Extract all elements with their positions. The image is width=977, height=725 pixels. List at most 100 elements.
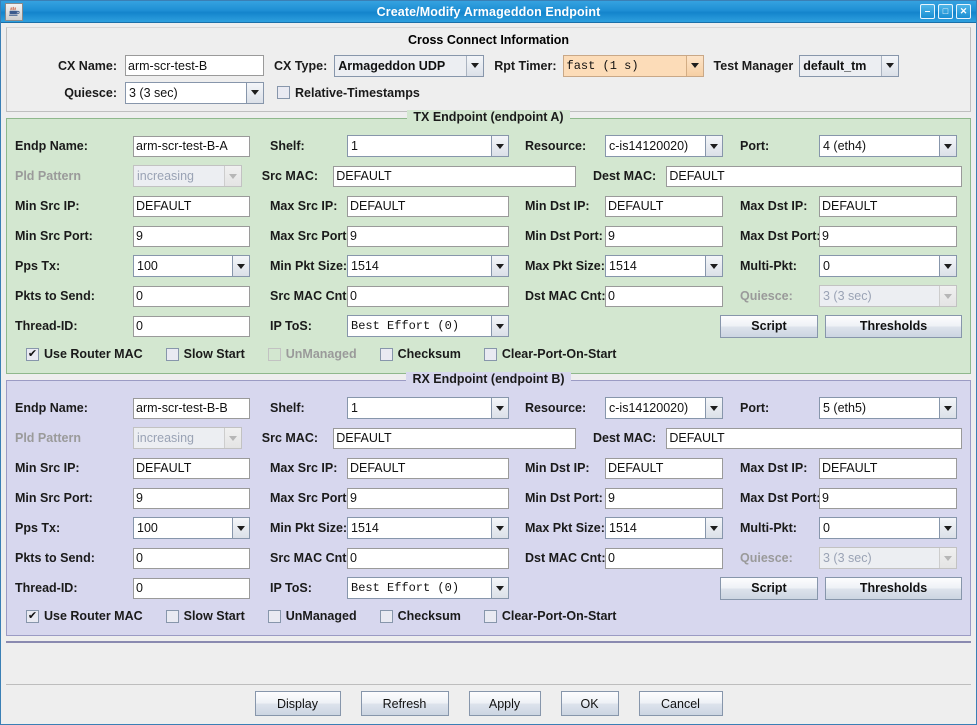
rx-src-mac-input[interactable]: DEFAULT [333,427,576,449]
tx-checksum-label: Checksum [397,347,461,361]
refresh-button[interactable]: Refresh [360,691,449,716]
tx-dst-mac-cnt-input[interactable]: 0 [605,285,723,307]
tx-row-ports: Min Src Port: 9 Max Src Port: 9 Min Dst … [15,221,962,251]
close-button[interactable]: ✕ [956,4,971,19]
tx-thresholds-button[interactable]: Thresholds [825,314,962,338]
tx-max-dst-ip-input[interactable]: DEFAULT [819,195,957,217]
tx-min-pkt-size-value: 1514 [347,255,492,277]
tx-use-router-mac-checkbox[interactable]: ✔ Use Router MAC [26,347,143,361]
tx-pps-tx-dropdown[interactable]: 100 [133,255,250,277]
tx-max-dst-port-input[interactable]: 9 [819,225,957,247]
tx-max-src-port-input[interactable]: 9 [347,225,509,247]
tx-resource-dropdown[interactable]: c-is14120020) [605,135,723,157]
display-button[interactable]: Display [254,691,341,716]
rx-max-dst-ip-input[interactable]: DEFAULT [819,457,957,479]
chevron-down-icon [223,428,241,448]
tx-dest-mac-input[interactable]: DEFAULT [666,165,962,187]
rx-min-pkt-size-label: Min Pkt Size: [270,521,348,535]
chevron-down-icon [685,55,703,76]
tx-pps-tx-value: 100 [133,255,233,277]
rx-min-src-ip-label: Min Src IP: [15,461,80,475]
chevron-down-icon [492,517,509,539]
cross-connect-row-1: CX Name: arm-scr-test-B CX Type: Armaged… [7,52,970,79]
quiesce-dropdown[interactable]: 3 (3 sec) [125,81,264,104]
rx-min-dst-ip-input[interactable]: DEFAULT [605,457,723,479]
tx-src-mac-cnt-input[interactable]: 0 [347,285,509,307]
tx-slow-start-checkbox[interactable]: Slow Start [165,347,245,361]
tx-multi-pkt-dropdown[interactable]: 0 [819,255,957,277]
rx-quiesce-value: 3 (3 sec) [823,551,872,565]
rx-shelf-dropdown[interactable]: 1 [347,397,509,419]
rx-min-pkt-size-dropdown[interactable]: 1514 [347,517,509,539]
relative-timestamps-checkbox[interactable]: Relative-Timestamps [277,86,420,100]
rx-endp-name-input[interactable]: arm-scr-test-B-B [133,397,250,419]
tx-min-dst-ip-input[interactable]: DEFAULT [605,195,723,217]
rx-max-pkt-size-value: 1514 [605,517,706,539]
rx-min-dst-port-input[interactable]: 9 [605,487,723,509]
tx-clear-port-on-start-checkbox[interactable]: Clear-Port-On-Start [483,347,616,361]
chevron-down-icon [492,577,509,599]
tx-port-dropdown[interactable]: 4 (eth4) [819,135,957,157]
rx-thread-id-input[interactable]: 0 [133,577,250,599]
chevron-down-icon [492,255,509,277]
rx-ip-tos-dropdown[interactable]: Best Effort (0) [347,577,509,599]
tx-min-dst-port-label: Min Dst Port: [525,229,603,243]
rx-dst-mac-cnt-input[interactable]: 0 [605,547,723,569]
rx-multi-pkt-value: 0 [819,517,940,539]
rx-min-src-port-input[interactable]: 9 [133,487,250,509]
rx-unmanaged-checkbox[interactable]: UnManaged [267,609,357,623]
test-manager-dropdown[interactable]: default_tm [799,54,900,77]
tx-quiesce-value: 3 (3 sec) [823,289,872,303]
rx-checksum-checkbox[interactable]: Checksum [379,609,461,623]
rx-port-dropdown[interactable]: 5 (eth5) [819,397,957,419]
minimize-button[interactable]: ‒ [920,4,935,19]
cancel-button[interactable]: Cancel [638,691,723,716]
rx-multi-pkt-label: Multi-Pkt: [740,521,797,535]
apply-button[interactable]: Apply [468,691,541,716]
rx-slow-start-checkbox[interactable]: Slow Start [165,609,245,623]
tx-endp-name-input[interactable]: arm-scr-test-B-A [133,135,250,157]
rx-max-pkt-size-dropdown[interactable]: 1514 [605,517,723,539]
cross-connect-information-panel: Cross Connect Information CX Name: arm-s… [6,27,971,112]
tx-ip-tos-dropdown[interactable]: Best Effort (0) [347,315,509,337]
rx-dest-mac-input[interactable]: DEFAULT [666,427,962,449]
test-manager-value: default_tm [800,55,882,76]
tx-port-value: 4 (eth4) [819,135,940,157]
rx-max-dst-port-input[interactable]: 9 [819,487,957,509]
tx-src-mac-input[interactable]: DEFAULT [333,165,576,187]
rx-pps-tx-dropdown[interactable]: 100 [133,517,250,539]
rx-max-src-port-input[interactable]: 9 [347,487,509,509]
tx-pkts-to-send-input[interactable]: 0 [133,285,250,307]
tx-min-pkt-size-dropdown[interactable]: 1514 [347,255,509,277]
rx-resource-dropdown[interactable]: c-is14120020) [605,397,723,419]
tx-script-button[interactable]: Script [720,314,818,338]
maximize-button[interactable]: □ [938,4,953,19]
rx-pkts-to-send-input[interactable]: 0 [133,547,250,569]
cx-type-dropdown[interactable]: Armageddon UDP [334,54,485,77]
rx-clear-port-on-start-checkbox[interactable]: Clear-Port-On-Start [483,609,616,623]
tx-min-dst-port-input[interactable]: 9 [605,225,723,247]
ok-button[interactable]: OK [560,691,619,716]
tx-checksum-checkbox[interactable]: Checksum [379,347,461,361]
tx-pkts-to-send-label: Pkts to Send: [15,289,95,303]
cx-name-input[interactable]: arm-scr-test-B [125,55,264,76]
rpt-timer-dropdown[interactable]: fast (1 s) [562,54,704,77]
rx-min-src-ip-input[interactable]: DEFAULT [133,457,250,479]
tx-row-checkboxes: ✔ Use Router MAC Slow Start UnManaged Ch… [15,341,962,367]
rx-use-router-mac-checkbox[interactable]: ✔ Use Router MAC [26,609,143,623]
rx-thresholds-button[interactable]: Thresholds [825,576,962,600]
rx-multi-pkt-dropdown[interactable]: 0 [819,517,957,539]
rx-max-src-ip-input[interactable]: DEFAULT [347,457,509,479]
rpt-timer-value: fast (1 s) [563,55,686,76]
tx-max-src-ip-input[interactable]: DEFAULT [347,195,509,217]
tx-endpoint-title: TX Endpoint (endpoint A) [7,110,970,124]
tx-thread-id-input[interactable]: 0 [133,315,250,337]
tx-max-pkt-size-dropdown[interactable]: 1514 [605,255,723,277]
tx-min-src-ip-input[interactable]: DEFAULT [133,195,250,217]
rx-script-button[interactable]: Script [720,576,818,600]
rx-src-mac-cnt-input[interactable]: 0 [347,547,509,569]
rx-row-ports: Min Src Port: 9 Max Src Port: 9 Min Dst … [15,483,962,513]
tx-min-src-port-input[interactable]: 9 [133,225,250,247]
tx-shelf-dropdown[interactable]: 1 [347,135,509,157]
rx-quiesce-label: Quiesce: [740,551,793,565]
